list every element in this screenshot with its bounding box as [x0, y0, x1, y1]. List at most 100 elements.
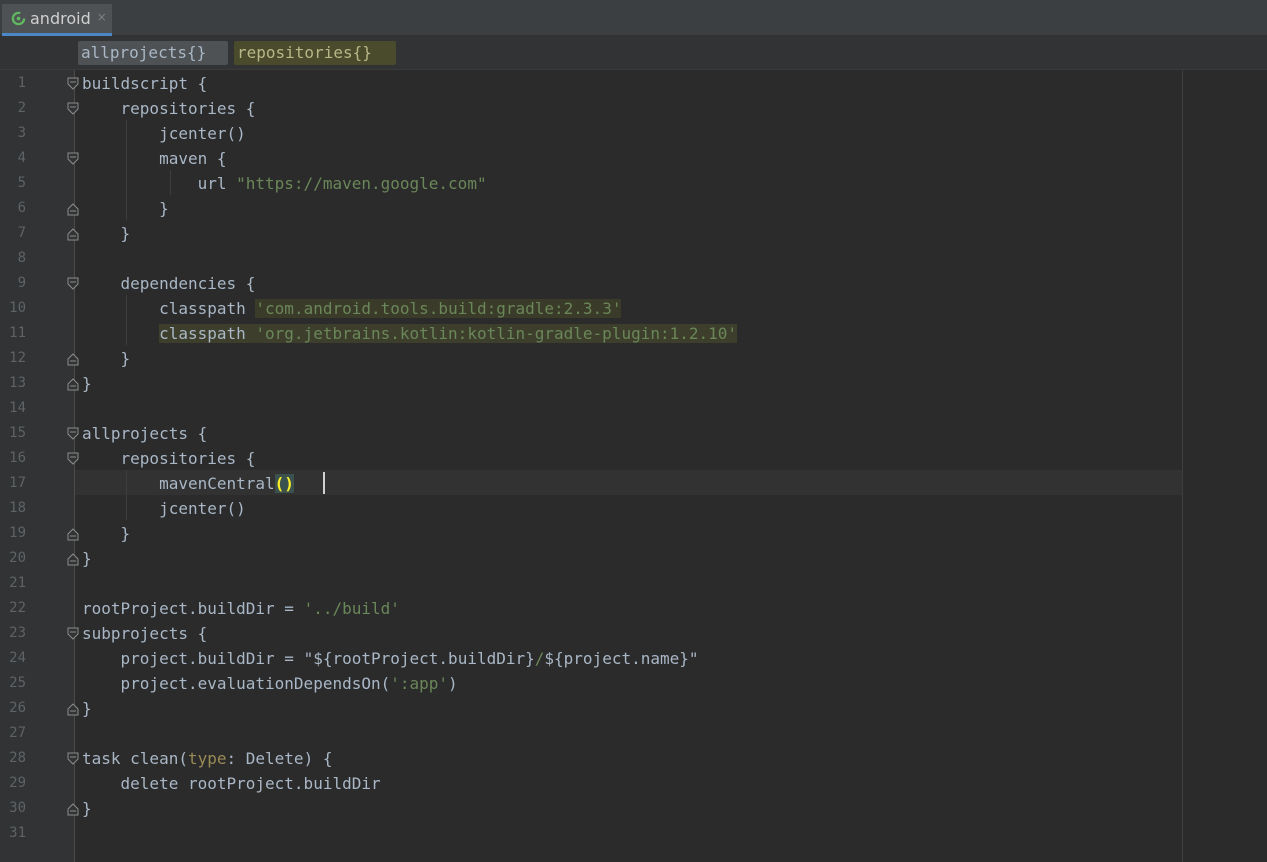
code-line-11: classpath 'org.jetbrains.kotlin:kotlin-g… [82, 321, 738, 346]
code-token: ) [448, 674, 458, 693]
line-number: 31 [9, 825, 26, 841]
line-number: 21 [9, 575, 26, 591]
line-number: 26 [9, 700, 26, 716]
code-line-1: buildscript { [82, 74, 208, 93]
string-literal: / [534, 649, 545, 668]
line-number: 4 [17, 150, 26, 166]
breadcrumb-allprojects[interactable]: allprojects{} [78, 41, 228, 65]
code-line-30: } [82, 799, 92, 818]
line-number: 1 [17, 75, 26, 91]
line-number: 20 [9, 550, 26, 566]
line-number: 16 [9, 450, 26, 466]
code-line-18: jcenter() [82, 499, 246, 518]
line-number: 24 [9, 650, 26, 666]
right-margin-guide [1182, 70, 1183, 862]
line-number: 27 [9, 725, 26, 741]
line-number: 6 [17, 200, 26, 216]
fold-open-icon[interactable] [67, 77, 79, 91]
code-line-26: } [82, 699, 92, 718]
fold-close-icon[interactable] [67, 552, 79, 566]
fold-close-icon[interactable] [67, 352, 79, 366]
code-line-24: project.buildDir = "${rootProject.buildD… [82, 646, 699, 671]
close-icon[interactable]: × [97, 10, 107, 24]
code-token: mavenCentral [82, 474, 275, 493]
code-line-16: repositories { [82, 449, 256, 468]
code-line-6: } [82, 199, 169, 218]
line-number: 18 [9, 500, 26, 516]
line-number: 15 [9, 425, 26, 441]
line-number: 8 [17, 250, 26, 266]
fold-close-icon[interactable] [67, 527, 79, 541]
fold-open-icon[interactable] [67, 452, 79, 466]
line-number: 13 [9, 375, 26, 391]
code-token: : Delete) { [226, 749, 333, 768]
code-line-20: } [82, 549, 92, 568]
fold-close-icon[interactable] [67, 377, 79, 391]
line-number: 3 [17, 125, 26, 141]
code-line-9: dependencies { [82, 274, 256, 293]
fold-open-icon[interactable] [67, 427, 79, 441]
fold-open-icon[interactable] [67, 277, 79, 291]
code-line-17: mavenCentral() [82, 471, 294, 496]
code-token: task clean( [82, 749, 188, 768]
code-token: rootProject.buildDir = [82, 599, 304, 618]
code-line-13: } [82, 374, 92, 393]
string-literal: "https://maven.google.com" [236, 174, 487, 193]
code-line-28: task clean(type: Delete) { [82, 746, 332, 771]
code-line-3: jcenter() [82, 124, 246, 143]
fold-close-icon[interactable] [67, 702, 79, 716]
line-number: 2 [17, 100, 26, 116]
gstring-expression: ${project.name}" [544, 649, 699, 668]
fold-close-icon[interactable] [67, 802, 79, 816]
line-number: 19 [9, 525, 26, 541]
code-line-7: } [82, 224, 131, 243]
line-number: 10 [9, 300, 26, 316]
fold-open-icon[interactable] [67, 752, 79, 766]
fold-close-icon[interactable] [67, 227, 79, 241]
code-line-25: project.evaluationDependsOn(':app') [82, 671, 458, 696]
text-caret [323, 472, 325, 494]
line-number: 29 [9, 775, 26, 791]
string-literal: 'org.jetbrains.kotlin:kotlin-gradle-plug… [255, 324, 738, 343]
breadcrumb: allprojects{} repositories{} [0, 36, 1267, 70]
code-line-19: } [82, 524, 131, 543]
code-token: url [82, 174, 237, 193]
line-number: 12 [9, 350, 26, 366]
code-line-12: } [82, 349, 131, 368]
breadcrumb-repositories[interactable]: repositories{} [234, 41, 396, 65]
line-number: 25 [9, 675, 26, 691]
fold-open-icon[interactable] [67, 102, 79, 116]
line-number: 22 [9, 600, 26, 616]
line-number: 5 [17, 175, 26, 191]
code-token: project.buildDir = [82, 649, 304, 668]
code-line-29: delete rootProject.buildDir [82, 774, 381, 793]
line-number: 23 [9, 625, 26, 641]
code-line-10: classpath 'com.android.tools.build:gradl… [82, 296, 622, 321]
named-parameter: type [187, 749, 227, 768]
line-number: 14 [9, 400, 26, 416]
code-token: project.evaluationDependsOn( [82, 674, 391, 693]
code-line-22: rootProject.buildDir = '../build' [82, 596, 400, 621]
code-line-15: allprojects { [82, 424, 208, 443]
gradle-sync-icon [11, 11, 26, 26]
matched-parens: () [274, 474, 294, 493]
string-literal: ':app' [390, 674, 449, 693]
code-token: classpath [82, 299, 246, 318]
code-line-23: subprojects { [82, 624, 208, 643]
code-token: classpath [159, 324, 256, 343]
line-number: 9 [17, 275, 26, 291]
tab-android[interactable]: android × [2, 4, 112, 36]
tab-label: android [30, 9, 91, 28]
fold-close-icon[interactable] [67, 202, 79, 216]
line-number: 7 [17, 225, 26, 241]
code-line-5: url "https://maven.google.com" [82, 171, 487, 196]
fold-open-icon[interactable] [67, 627, 79, 641]
string-literal: '../build' [303, 599, 400, 618]
gstring-expression: "${rootProject.buildDir} [303, 649, 535, 668]
line-number: 17 [9, 475, 26, 491]
code-line-4: maven { [82, 149, 227, 168]
line-number: 28 [9, 750, 26, 766]
fold-open-icon[interactable] [67, 152, 79, 166]
